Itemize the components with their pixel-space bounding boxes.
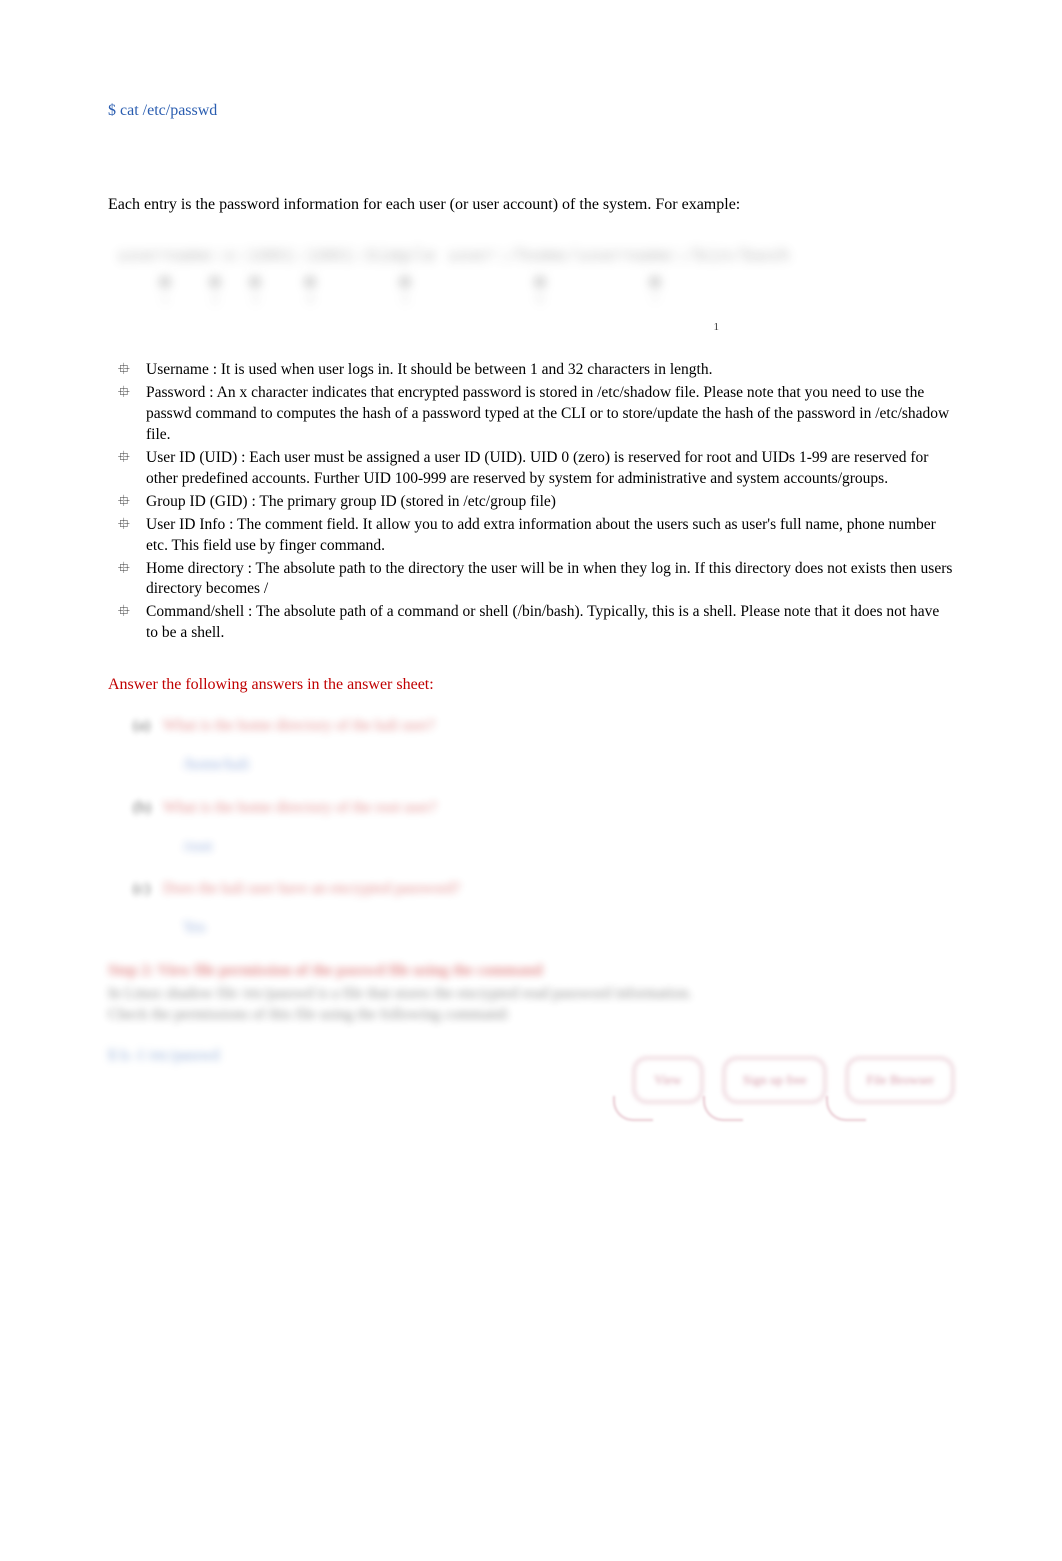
list-item: ⯐ User ID (UID) : Each user must be assi…	[118, 448, 954, 490]
list-item: ⯐ User ID Info : The comment field. It a…	[118, 515, 954, 557]
question-number: (b)	[133, 798, 163, 819]
answer-sheet-heading: Answer the following answers in the answ…	[108, 674, 954, 696]
passwd-entry-diagram: username:x:1001:1001:Simple user:/home/u…	[118, 245, 954, 310]
answer-b: /root	[133, 837, 954, 858]
list-item: ⯐ Password : An x character indicates th…	[118, 383, 954, 446]
list-item: ⯐ Group ID (GID) : The primary group ID …	[118, 492, 954, 513]
question-text: Does the kali user have an encrypted pas…	[163, 879, 460, 900]
bullet-icon: ⯐	[118, 448, 146, 490]
bubble-file-browser[interactable]: File Browser	[846, 1057, 954, 1103]
bubble-signup[interactable]: Sign up free	[723, 1057, 827, 1103]
question-number: (a)	[133, 716, 163, 737]
question-group: (a) What is the home directory of the ka…	[108, 716, 954, 940]
question-text: What is the home directory of the kali u…	[163, 716, 435, 737]
bullet-icon: ⯐	[118, 559, 146, 601]
list-item: ⯐ Home directory : The absolute path to …	[118, 559, 954, 601]
bubble-view[interactable]: View	[633, 1057, 703, 1103]
list-item: ⯐ Command/shell : The absolute path of a…	[118, 602, 954, 644]
bullet-icon: ⯐	[118, 383, 146, 446]
bullet-icon: ⯐	[118, 515, 146, 557]
question-a: (a) What is the home directory of the ka…	[133, 716, 954, 737]
list-item: ⯐ Username : It is used when user logs i…	[118, 360, 954, 381]
field-definitions-list: ⯐ Username : It is used when user logs i…	[108, 360, 954, 644]
command-cat-passwd: $ cat /etc/passwd	[108, 100, 954, 122]
answer-a: /home/kali	[133, 755, 954, 776]
step-2-description: In Linux shadow file /etc/passwd is a fi…	[108, 984, 954, 1026]
sample-entry: username:x:1001:1001:Simple user:/home/u…	[118, 245, 954, 269]
question-number: (c)	[133, 879, 163, 900]
callout-bubbles: View Sign up free File Browser	[108, 1057, 954, 1103]
bullet-icon: ⯐	[118, 492, 146, 513]
question-b: (b) What is the home directory of the ro…	[133, 798, 954, 819]
page-number: 1	[108, 320, 954, 335]
answer-c: Yes	[133, 918, 954, 939]
bullet-icon: ⯐	[118, 602, 146, 644]
intro-paragraph: Each entry is the password information f…	[108, 194, 954, 216]
question-c: (c) Does the kali user have an encrypted…	[133, 879, 954, 900]
question-text: What is the home directory of the root u…	[163, 798, 437, 819]
field-markers: 1 2 3 4 5 6 7	[118, 277, 954, 310]
bullet-icon: ⯐	[118, 360, 146, 381]
step-2-heading: Step 2: View file permission of the pass…	[108, 961, 954, 982]
